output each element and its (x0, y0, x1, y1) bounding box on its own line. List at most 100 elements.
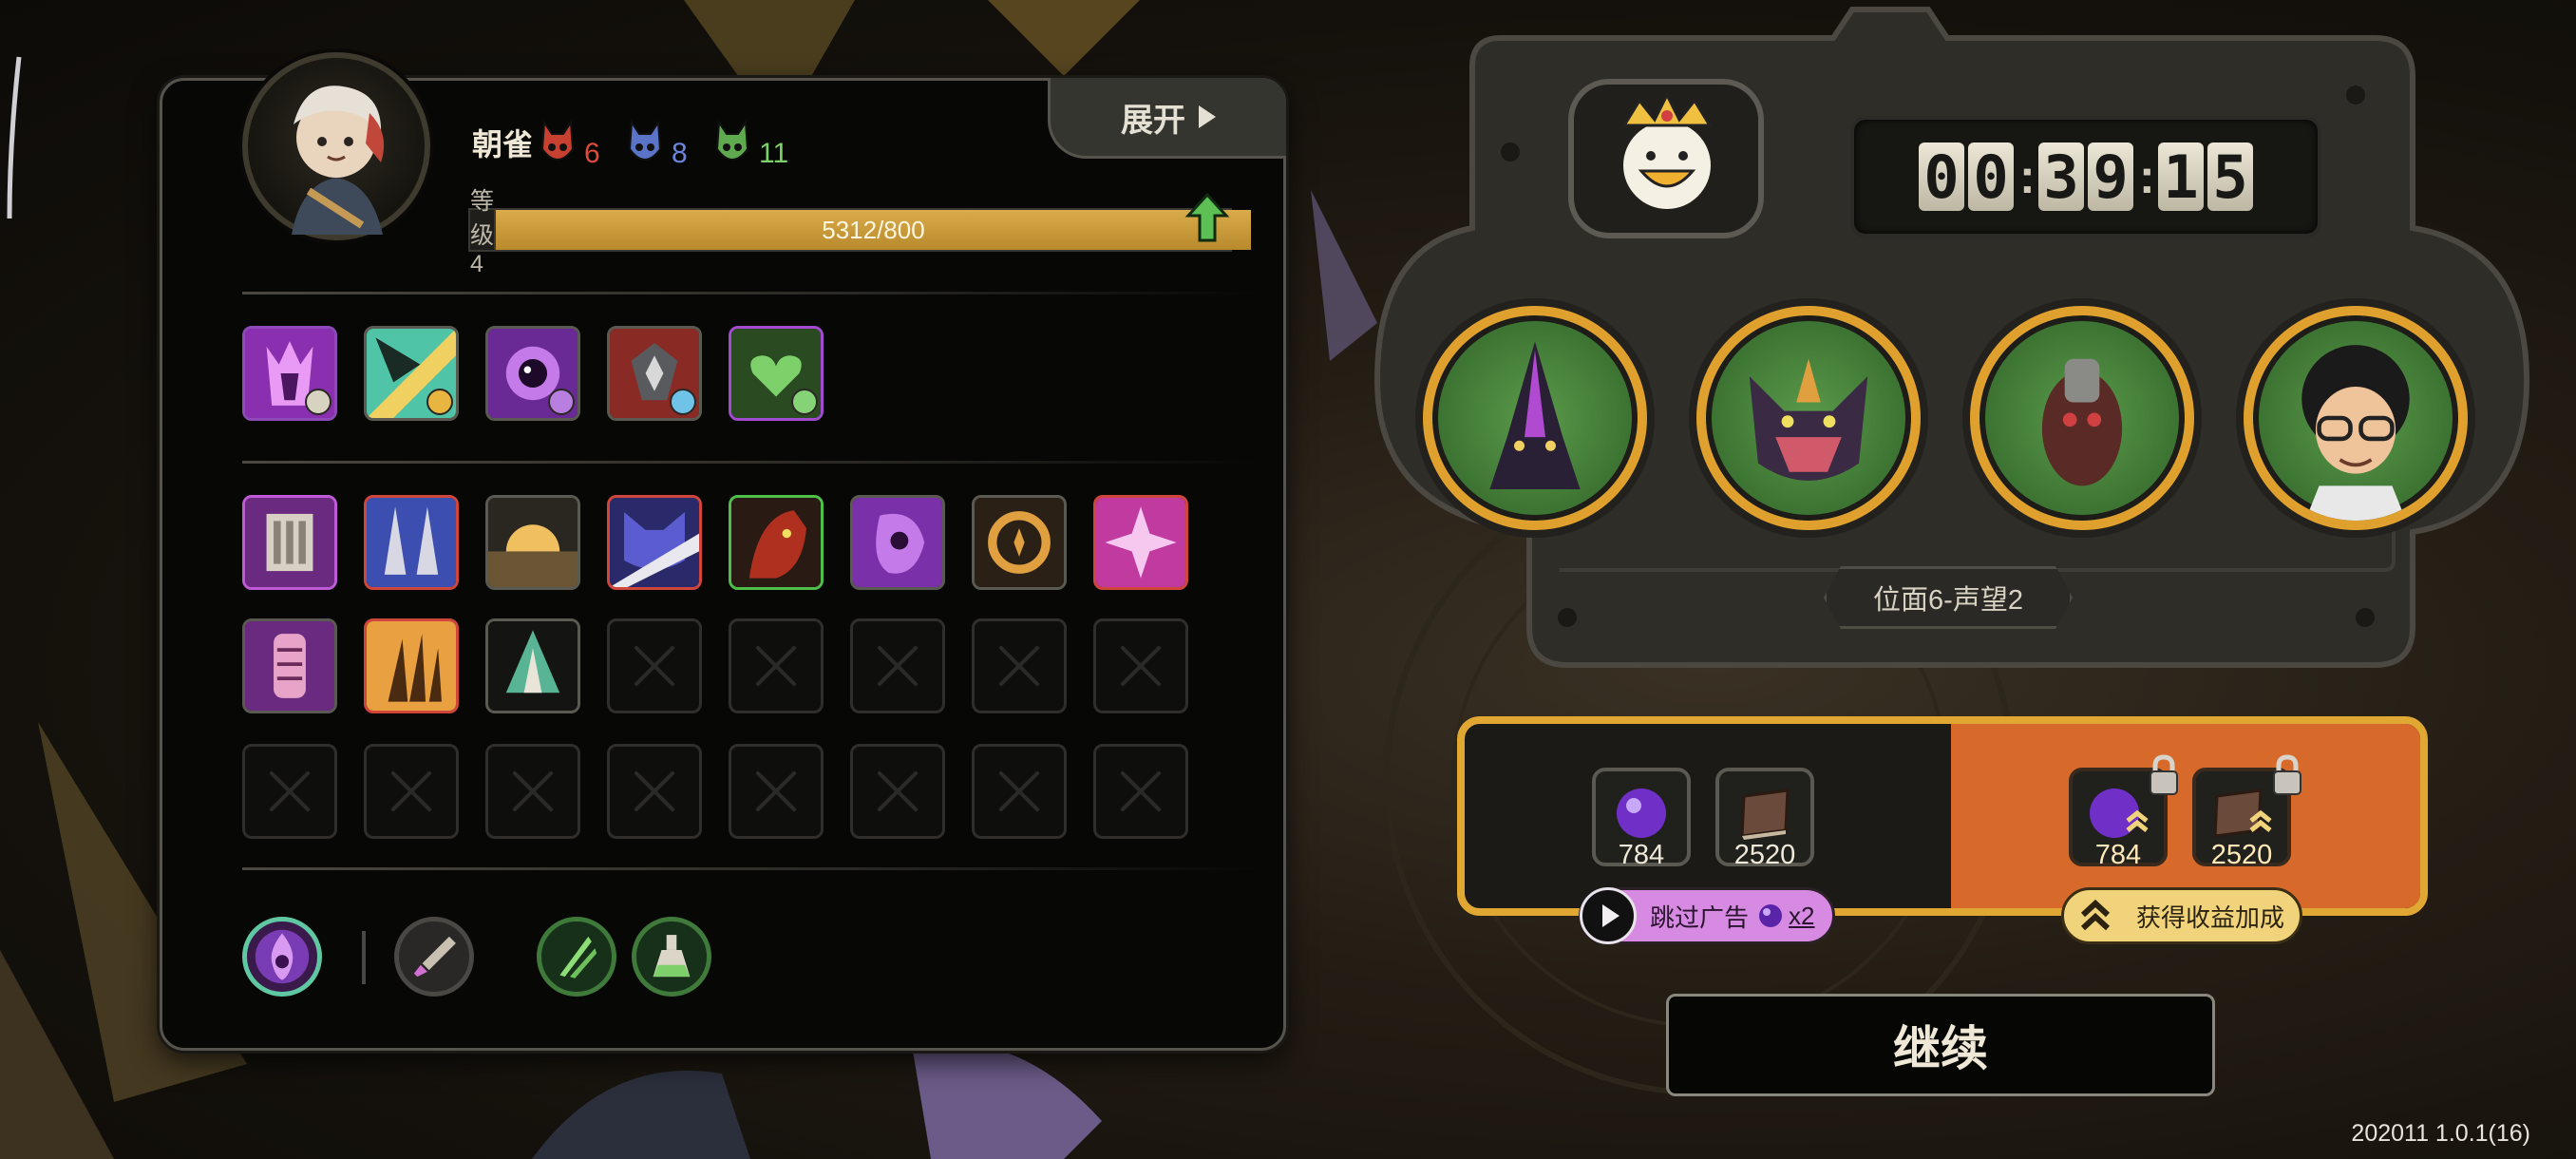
boosted-orb-value: 784 (2094, 840, 2142, 870)
continue-button[interactable]: 继续 (1666, 994, 2215, 1096)
reward-book-value: 2520 (1733, 840, 1796, 870)
skip-ad-button[interactable]: 跳过广告 x2 (1579, 887, 1835, 944)
timer-digit: 0 (1919, 142, 1964, 212)
level-up-arrow-icon[interactable] (1184, 193, 1230, 242)
player-avatar[interactable] (242, 52, 430, 240)
empty-relic-slot[interactable] (850, 618, 945, 713)
separator (362, 931, 366, 984)
weapon-button[interactable] (394, 917, 474, 997)
continue-label: 继续 (1893, 1022, 1988, 1075)
enemy-portrait-2[interactable] (1696, 306, 1921, 530)
arrow-right-icon (1199, 105, 1216, 128)
skill-badge-icon (670, 389, 696, 415)
timer-digit: 5 (2207, 142, 2253, 212)
horned-demon-enemy-icon (1749, 358, 1868, 481)
skill-slot-5[interactable] (729, 326, 824, 421)
reward-panel: 784 2520 784 2520 (1457, 716, 2428, 916)
divider (242, 292, 1259, 294)
timer-digit: 9 (2088, 142, 2133, 212)
blue-mask-stat: 8 (626, 117, 688, 170)
green-mask-count: 11 (759, 138, 789, 169)
skill-slot-2[interactable] (364, 326, 459, 421)
cat-mask-relic-icon (610, 498, 699, 587)
relic-slot-10[interactable] (364, 618, 459, 713)
golden-eye-relic-icon (975, 498, 1064, 587)
red-mask-stat: 6 (539, 117, 600, 170)
empty-relic-slot[interactable] (242, 744, 337, 839)
empty-relic-slot[interactable] (972, 744, 1067, 839)
blue-mask-icon (628, 120, 662, 161)
enemy-portrait-3[interactable] (1970, 306, 2194, 530)
dagger-icon (413, 936, 456, 978)
character-panel: 展开 朝雀 6 8 11 等级 4 5312/800 (160, 52, 1286, 1051)
timer-digit: 1 (2158, 142, 2204, 212)
empty-relic-slot[interactable] (607, 744, 702, 839)
relic-slot-2[interactable] (364, 495, 459, 590)
red-mask-icon (540, 120, 575, 161)
character-portrait-icon (292, 86, 385, 235)
potion-flask-icon (653, 935, 691, 978)
purple-orb-icon (1759, 904, 1783, 927)
pink-sigil-relic-icon (1096, 498, 1185, 587)
xp-progress-bar: 5312/800 (496, 210, 1251, 250)
lock-icon (2273, 754, 2301, 795)
double-chevron-up-icon (2080, 899, 2111, 931)
reward-orb-value: 784 (1618, 840, 1665, 870)
consumable-button-1[interactable] (537, 917, 616, 997)
empty-relic-slot[interactable] (1093, 744, 1188, 839)
relic-slot-5[interactable] (729, 495, 824, 590)
timer-colon: : (2139, 150, 2155, 203)
skip-ad-label: 跳过广告 (1650, 902, 1750, 932)
relic-slot-1[interactable] (242, 495, 337, 590)
green-feathers-icon (559, 936, 597, 978)
skill-badge-icon (548, 389, 575, 415)
relic-slot-9[interactable] (242, 618, 337, 713)
demon-head-relic-icon (731, 498, 821, 587)
skill-badge-icon (305, 389, 331, 415)
empty-relic-slot[interactable] (485, 744, 580, 839)
relic-slot-4[interactable] (607, 495, 702, 590)
class-emblem-button[interactable] (242, 917, 322, 997)
enemy-portrait-4[interactable] (2244, 306, 2468, 530)
empty-relic-slot[interactable] (1093, 618, 1188, 713)
afro-kid-enemy-icon (2301, 345, 2410, 521)
purple-flame-icon (255, 929, 310, 984)
claw-slash-relic-icon (367, 621, 456, 711)
divider (242, 461, 1259, 464)
expand-button[interactable]: 展开 (1048, 78, 1286, 159)
empty-relic-slot[interactable] (972, 618, 1067, 713)
relic-slot-6[interactable] (850, 495, 945, 590)
relic-slot-3[interactable] (485, 495, 580, 590)
player-name: 朝雀 (472, 127, 534, 162)
green-mask-icon (715, 120, 749, 161)
ribcage-relic-icon (245, 621, 334, 711)
skill-badge-icon (426, 389, 453, 415)
boss-portrait-icon[interactable] (1567, 78, 1767, 239)
stage-timer: 0 0 : 3 9 : 1 5 (1850, 116, 2321, 238)
boosted-reward-section (1951, 724, 2420, 908)
consumable-button-2[interactable] (632, 917, 711, 997)
empty-relic-slot[interactable] (607, 618, 702, 713)
level-bar: 等级 4 5312/800 (468, 187, 1251, 277)
expand-label: 展开 (1121, 102, 1185, 139)
empty-relic-slot[interactable] (729, 744, 824, 839)
skill-slot-4[interactable] (607, 326, 702, 421)
divider (242, 867, 1259, 870)
skill-slot-3[interactable] (485, 326, 580, 421)
boosted-book-value: 2520 (2210, 840, 2273, 870)
xp-text: 5312/800 (822, 215, 925, 244)
red-mask-count: 6 (584, 138, 600, 169)
relic-slot-8[interactable] (1093, 495, 1188, 590)
empty-relic-slot[interactable] (364, 744, 459, 839)
hooded-figure-relic-icon (488, 621, 578, 711)
enemy-portrait-1[interactable] (1423, 306, 1647, 530)
relic-slot-11[interactable] (485, 618, 580, 713)
relic-slot-7[interactable] (972, 495, 1067, 590)
skip-ad-multiplier: x2 (1789, 901, 1815, 930)
skill-slot-1[interactable] (242, 326, 337, 421)
income-bonus-button[interactable]: 获得收益加成 (2061, 887, 2302, 944)
timer-digit: 3 (2038, 142, 2084, 212)
level-label: 等级 4 (470, 187, 497, 277)
empty-relic-slot[interactable] (850, 744, 945, 839)
empty-relic-slot[interactable] (729, 618, 824, 713)
